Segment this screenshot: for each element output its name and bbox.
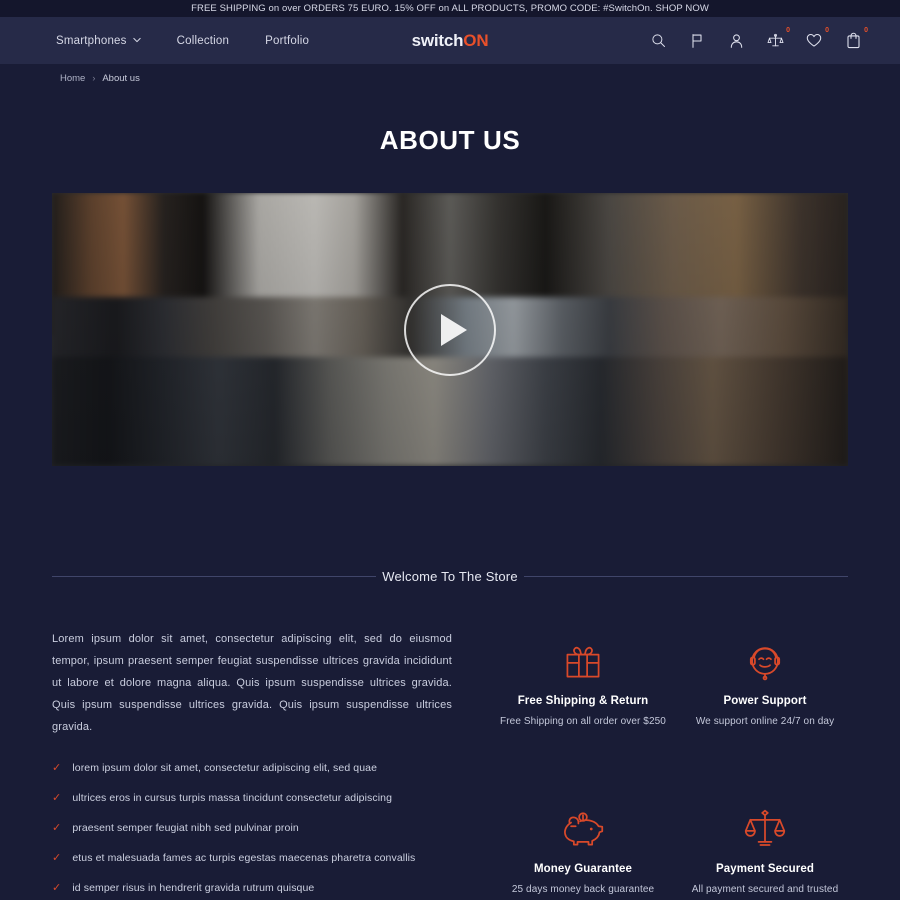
feature-title: Free Shipping & Return xyxy=(517,695,649,707)
logo-text-primary: switch xyxy=(411,30,464,50)
feature-power-support: Power Support We support online 24/7 on … xyxy=(682,636,848,770)
breadcrumb-bar: Home › About us xyxy=(0,64,900,92)
search-button[interactable] xyxy=(649,32,667,50)
list-item-label: ultrices eros in cursus turpis massa tin… xyxy=(72,792,393,804)
list-item-label: etus et malesuada fames ac turpis egesta… xyxy=(72,852,416,864)
nav-item-portfolio[interactable]: Portfolio xyxy=(265,35,309,47)
wishlist-heart-icon xyxy=(806,33,822,48)
divider-line-left xyxy=(52,576,377,577)
list-item: ✓ praesent semper feugiat nibh sed pulvi… xyxy=(52,818,452,838)
account-button[interactable] xyxy=(727,32,745,50)
feature-description: 25 days money back guarantee xyxy=(511,884,655,895)
about-paragraph: Lorem ipsum dolor sit amet, consectetur … xyxy=(52,633,452,733)
list-item: ✓ lorem ipsum dolor sit amet, consectetu… xyxy=(52,758,452,778)
compare-count-badge: 0 xyxy=(786,26,790,34)
about-content: Lorem ipsum dolor sit amet, consectetur … xyxy=(52,628,848,900)
feature-description: Free Shipping on all order over $250 xyxy=(500,716,666,727)
feature-title: Payment Secured xyxy=(715,863,814,875)
section-heading: Welcome To The Store xyxy=(382,569,518,584)
flag-button[interactable] xyxy=(688,32,706,50)
breadcrumb-separator-icon: › xyxy=(92,73,96,83)
section-divider: Welcome To The Store xyxy=(52,569,849,584)
search-icon xyxy=(651,33,666,48)
list-item-label: lorem ipsum dolor sit amet, consectetur … xyxy=(72,762,378,774)
feature-title: Power Support xyxy=(723,695,807,707)
cart-count-badge: 0 xyxy=(864,26,868,34)
list-item: ✓ ultrices eros in cursus turpis massa t… xyxy=(52,788,452,808)
nav-item-smartphones[interactable]: Smartphones xyxy=(56,35,141,47)
about-checklist: ✓ lorem ipsum dolor sit amet, consectetu… xyxy=(52,758,452,900)
list-item: ✓ id semper risus in hendrerit gravida r… xyxy=(52,878,452,898)
breadcrumb-current: About us xyxy=(102,72,140,84)
site-header: Smartphones Collection Portfolio switchO… xyxy=(0,17,900,64)
nav-item-label: Portfolio xyxy=(265,34,310,47)
logo-text-accent: ON xyxy=(463,30,489,50)
play-button[interactable] xyxy=(404,283,496,376)
balance-scales-icon xyxy=(682,804,848,854)
divider-line-right xyxy=(523,576,849,577)
feature-title: Money Guarantee xyxy=(534,863,632,875)
feature-description: We support online 24/7 on day xyxy=(695,716,835,727)
list-item: ✓ etus et malesuada fames ac turpis eges… xyxy=(52,848,452,868)
flag-icon xyxy=(690,33,704,49)
site-logo[interactable]: switchON xyxy=(412,31,489,51)
wishlist-button[interactable]: 0 xyxy=(805,27,829,50)
headset-support-icon xyxy=(682,636,848,686)
announcement-text: FREE SHIPPING on over ORDERS 75 EURO. 15… xyxy=(191,3,709,14)
feature-money-guarantee: Money Guarantee 25 days money back guara… xyxy=(500,804,666,900)
play-triangle-icon xyxy=(440,313,467,346)
breadcrumb-home-link[interactable]: Home xyxy=(60,73,85,84)
feature-free-shipping: Free Shipping & Return Free Shipping on … xyxy=(500,636,666,770)
features-grid: Free Shipping & Return Free Shipping on … xyxy=(500,628,848,900)
check-icon: ✓ xyxy=(52,822,62,834)
hero-video-banner[interactable] xyxy=(52,193,848,466)
check-icon: ✓ xyxy=(52,792,62,804)
nav-item-collection[interactable]: Collection xyxy=(177,35,230,47)
gift-box-icon xyxy=(500,636,666,686)
nav-item-label: Smartphones xyxy=(56,34,127,47)
breadcrumb: Home › About us xyxy=(60,73,140,84)
piggy-bank-icon xyxy=(500,804,666,854)
main-navigation: Smartphones Collection Portfolio xyxy=(56,35,309,47)
cart-button[interactable]: 0 xyxy=(844,27,868,50)
compare-button[interactable]: 0 xyxy=(766,27,790,50)
about-text-column: Lorem ipsum dolor sit amet, consectetur … xyxy=(52,628,452,900)
compare-icon xyxy=(767,33,784,49)
check-icon: ✓ xyxy=(52,852,62,864)
user-icon xyxy=(729,33,744,49)
header-actions: 0 0 0 xyxy=(649,27,868,50)
check-icon: ✓ xyxy=(52,882,62,894)
chevron-down-icon xyxy=(132,36,141,44)
announcement-bar[interactable]: FREE SHIPPING on over ORDERS 75 EURO. 15… xyxy=(0,0,900,17)
page-title: ABOUT US xyxy=(379,125,521,155)
list-item-label: praesent semper feugiat nibh sed pulvina… xyxy=(72,822,299,834)
feature-payment-secured: Payment Secured All payment secured and … xyxy=(682,804,848,900)
feature-description: All payment secured and trusted xyxy=(691,884,839,895)
wishlist-count-badge: 0 xyxy=(825,26,829,34)
check-icon: ✓ xyxy=(52,762,62,774)
list-item-label: id semper risus in hendrerit gravida rut… xyxy=(72,882,315,894)
nav-item-label: Collection xyxy=(176,34,230,47)
cart-bag-icon xyxy=(846,32,861,49)
